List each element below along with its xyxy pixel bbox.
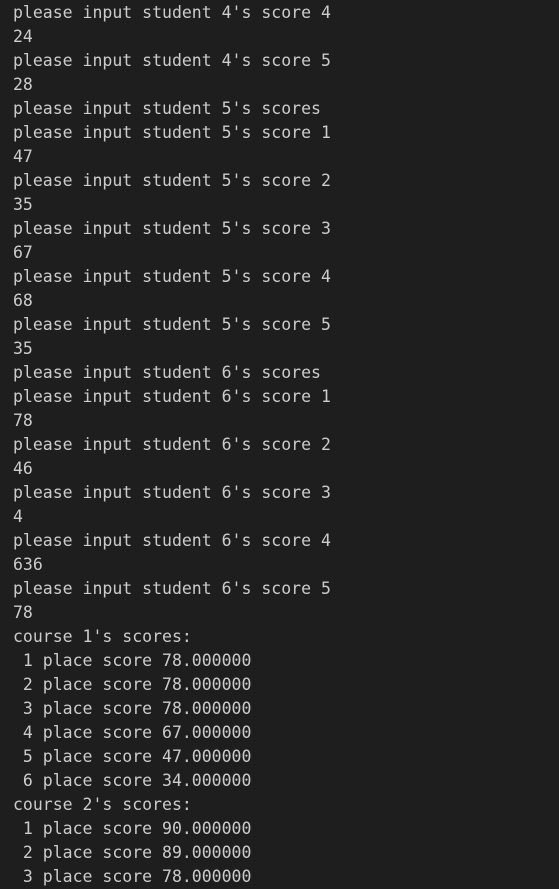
terminal-line: 4 bbox=[13, 507, 23, 526]
terminal-output[interactable]: please input student 4's score 4 24 please… bbox=[0, 0, 559, 889]
terminal-line: please input student 6's score 5 bbox=[13, 579, 331, 598]
terminal-line: 3 place score 78.000000 bbox=[13, 699, 252, 718]
terminal-line: please input student 4's score 5 bbox=[13, 51, 331, 70]
terminal-line: 28 bbox=[13, 75, 33, 94]
terminal-line: course 1's scores: bbox=[13, 627, 192, 646]
terminal-line: 46 bbox=[13, 459, 33, 478]
terminal-line: please input student 4's score 4 bbox=[13, 3, 331, 22]
terminal-line: 636 bbox=[13, 555, 43, 574]
terminal-line: please input student 5's scores bbox=[13, 99, 321, 118]
terminal-line: 3 place score 78.000000 bbox=[13, 867, 252, 886]
terminal-line: please input student 6's score 4 bbox=[13, 531, 331, 550]
terminal-line: 47 bbox=[13, 147, 33, 166]
terminal-line: 78 bbox=[13, 603, 33, 622]
terminal-line: 68 bbox=[13, 291, 33, 310]
terminal-line: 24 bbox=[13, 27, 33, 46]
terminal-line: please input student 5's score 3 bbox=[13, 219, 331, 238]
terminal-line: 67 bbox=[13, 243, 33, 262]
terminal-line: 5 place score 47.000000 bbox=[13, 747, 252, 766]
terminal-line: course 2's scores: bbox=[13, 795, 192, 814]
terminal-line: 1 place score 78.000000 bbox=[13, 651, 252, 670]
terminal-line: 6 place score 34.000000 bbox=[13, 771, 252, 790]
terminal-line: 2 place score 89.000000 bbox=[13, 843, 252, 862]
terminal-line: 78 bbox=[13, 411, 33, 430]
terminal-line: please input student 5's score 5 bbox=[13, 315, 331, 334]
terminal-line: please input student 5's score 1 bbox=[13, 123, 331, 142]
terminal-line: please input student 6's score 2 bbox=[13, 435, 331, 454]
terminal-line: please input student 6's score 1 bbox=[13, 387, 331, 406]
terminal-line: 35 bbox=[13, 195, 33, 214]
terminal-line: 2 place score 78.000000 bbox=[13, 675, 252, 694]
terminal-line: please input student 5's score 2 bbox=[13, 171, 331, 190]
terminal-line: 35 bbox=[13, 339, 33, 358]
terminal-line: 1 place score 90.000000 bbox=[13, 819, 252, 838]
terminal-line: 4 place score 67.000000 bbox=[13, 723, 252, 742]
terminal-line: please input student 6's score 3 bbox=[13, 483, 331, 502]
terminal-line: please input student 5's score 4 bbox=[13, 267, 331, 286]
terminal-line: please input student 6's scores bbox=[13, 363, 321, 382]
